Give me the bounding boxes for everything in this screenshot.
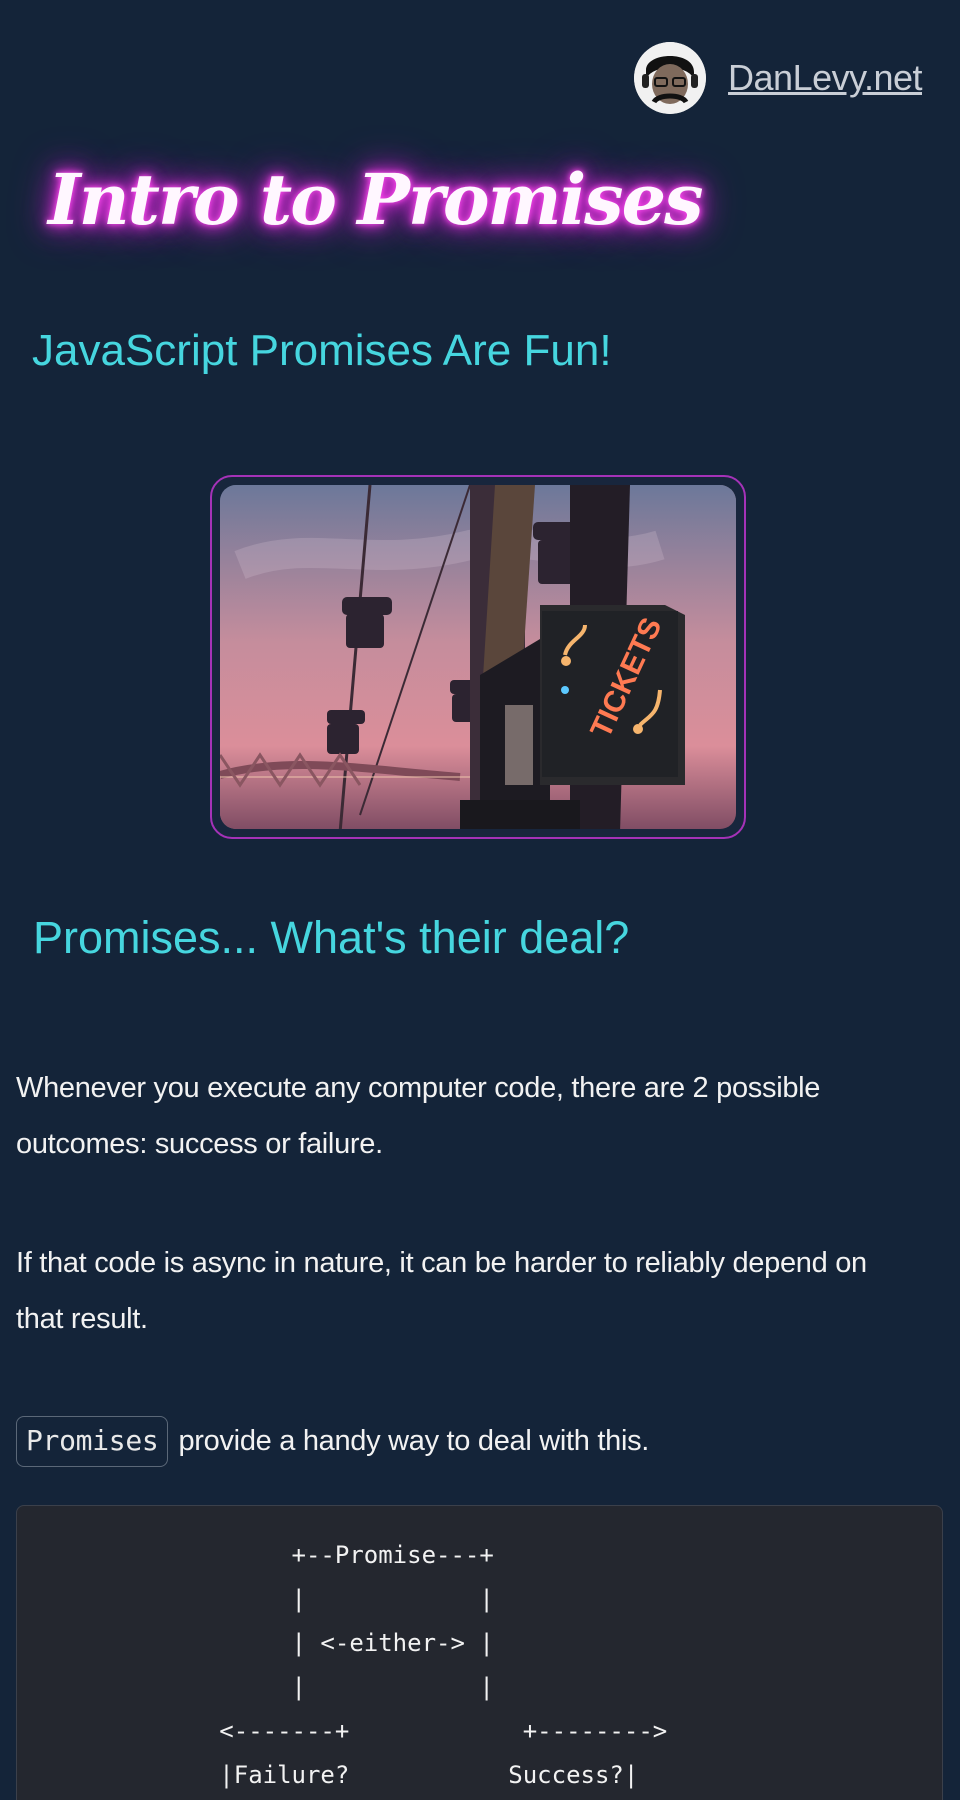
intro-paragraph-1: Whenever you execute any computer code, … [16,1072,821,1160]
hero-image: TICKETS [220,485,736,829]
inline-code-promises: Promises [16,1415,169,1467]
author-avatar[interactable] [634,42,707,114]
hero-image-frame: TICKETS [210,475,746,839]
code-block-content: +--Promise---+ | | | <-either-> | | | <-… [219,1541,668,1789]
page-subtitle: JavaScript Promises Are Fun! [32,326,612,375]
paragraph-3-text: provide a handy way to deal with this. [178,1425,650,1457]
ferris-wheel-illustration: TICKETS [220,485,736,829]
site-home-link[interactable]: DanLevy.net [728,57,922,99]
section-heading: Promises... What's their deal? [33,912,630,963]
promise-diagram-code-block: +--Promise---+ | | | <-either-> | | | <-… [16,1505,943,1800]
intro-paragraph-2: If that code is async in nature, it can … [16,1247,867,1335]
author-photo-icon [634,42,707,114]
intro-paragraph-3: Promises provide a handy way to deal wit… [16,1413,896,1469]
page-title: Intro to Promises [48,158,704,241]
site-header: DanLevy.net [634,42,922,114]
